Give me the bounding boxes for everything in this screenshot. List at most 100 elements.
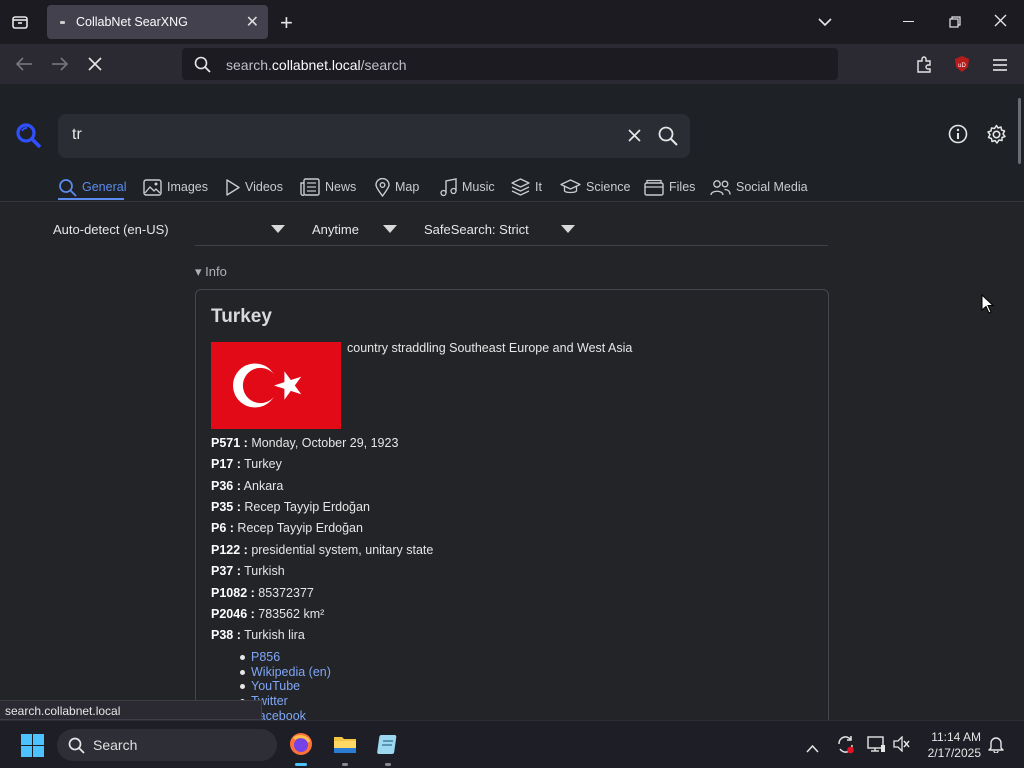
- tab-label: Files: [669, 180, 696, 194]
- property-row: P6 : Recep Tayyip Erdoğan: [211, 521, 363, 535]
- taskbar-search[interactable]: Search: [57, 729, 277, 761]
- chevron-up-icon[interactable]: [806, 740, 819, 758]
- taskbar-search-label: Search: [93, 737, 138, 753]
- people-icon: [710, 179, 731, 195]
- property-key: P1082 :: [211, 586, 255, 600]
- link-wikipedia[interactable]: Wikipedia (en): [251, 665, 331, 679]
- close-tab-icon[interactable]: ✕: [246, 12, 259, 32]
- tab-label: Music: [462, 180, 495, 194]
- volume-muted-icon[interactable]: [893, 735, 910, 757]
- searxng-header: tr General Images Videos News Map Music …: [0, 84, 1024, 202]
- back-arrow-icon[interactable]: [15, 56, 33, 77]
- tab-label: It: [535, 180, 542, 194]
- turkey-flag-image: [211, 342, 341, 429]
- notification-bell-icon[interactable]: [988, 735, 1004, 758]
- language-dropdown-caret-icon[interactable]: [271, 225, 285, 233]
- list-all-tabs-icon[interactable]: [818, 14, 832, 32]
- file-explorer-icon[interactable]: [333, 733, 357, 760]
- time-range-select[interactable]: Anytime: [312, 222, 359, 237]
- property-key: P38 :: [211, 628, 241, 642]
- filter-divider: [195, 245, 828, 246]
- clear-search-icon[interactable]: [628, 129, 641, 147]
- url-text: search.collabnet.local/search: [226, 57, 407, 73]
- tab-music[interactable]: Music: [440, 176, 495, 198]
- new-tab-button[interactable]: +: [280, 10, 293, 36]
- search-box[interactable]: tr: [58, 114, 690, 158]
- tab-videos[interactable]: Videos: [225, 176, 283, 198]
- infobox-title: Turkey: [211, 306, 272, 327]
- search-input[interactable]: tr: [72, 126, 82, 144]
- close-window-icon[interactable]: [994, 14, 1007, 32]
- notepad-icon[interactable]: [377, 732, 401, 761]
- time-range-caret-icon[interactable]: [383, 225, 397, 233]
- tab-social-media[interactable]: Social Media: [710, 176, 808, 198]
- property-row: P37 : Turkish: [211, 564, 285, 578]
- searxng-logo-icon[interactable]: [15, 122, 42, 154]
- tab-general[interactable]: General: [58, 176, 126, 198]
- app-indicator: [385, 763, 391, 766]
- app-indicator: [342, 763, 348, 766]
- link-p856[interactable]: P856: [251, 650, 280, 664]
- property-key: P2046 :: [211, 607, 255, 621]
- sync-icon[interactable]: [836, 735, 855, 759]
- tab-images[interactable]: Images: [143, 176, 208, 198]
- infobox: Turkey country straddling Southeast Euro…: [195, 289, 829, 720]
- tab-it[interactable]: It: [511, 176, 542, 198]
- property-value: presidential system, unitary state: [247, 543, 434, 557]
- property-row: P38 : Turkish lira: [211, 628, 305, 642]
- safesearch-caret-icon[interactable]: [561, 225, 575, 233]
- windows-start-icon[interactable]: [21, 734, 44, 762]
- search-submit-icon[interactable]: [658, 126, 678, 151]
- property-value: Turkish lira: [240, 628, 305, 642]
- property-key: P6 :: [211, 521, 234, 535]
- app-menu-icon[interactable]: [993, 58, 1007, 76]
- clock-date[interactable]: 2/17/2025: [928, 746, 981, 760]
- forward-arrow-icon[interactable]: [51, 56, 69, 77]
- property-row: P1082 : 85372377: [211, 586, 314, 600]
- info-icon[interactable]: [948, 124, 968, 149]
- property-key: P17 :: [211, 457, 241, 471]
- safesearch-select[interactable]: SafeSearch: Strict: [424, 222, 529, 237]
- infobox-description: country straddling Southeast Europe and …: [347, 341, 633, 355]
- tab-science[interactable]: Science: [560, 176, 630, 198]
- property-value: Monday, October 29, 1923: [247, 436, 399, 450]
- newspaper-icon: [300, 178, 320, 196]
- extensions-icon[interactable]: [915, 55, 933, 78]
- tab-map[interactable]: Map: [375, 176, 419, 198]
- tab-label: Social Media: [736, 180, 808, 194]
- svg-text:uD: uD: [958, 63, 966, 69]
- music-note-icon: [440, 177, 457, 196]
- clock-time[interactable]: 11:14 AM: [931, 730, 981, 744]
- tab-overview-icon[interactable]: [11, 13, 29, 36]
- language-select[interactable]: Auto-detect (en-US): [53, 222, 169, 237]
- network-icon[interactable]: [867, 735, 886, 758]
- property-value: Recep Tayyip Erdoğan: [240, 500, 370, 514]
- firefox-icon[interactable]: [289, 732, 313, 761]
- tab-label: General: [82, 180, 127, 194]
- map-pin-icon: [375, 177, 390, 197]
- list-bullet: [240, 670, 245, 675]
- gear-icon[interactable]: [986, 124, 1007, 150]
- info-toggle[interactable]: ▾ Info: [195, 264, 227, 280]
- list-bullet: [240, 684, 245, 689]
- tab-label: News: [325, 180, 357, 194]
- property-row: P35 : Recep Tayyip Erdoğan: [211, 500, 370, 514]
- search-icon: [194, 56, 211, 78]
- browser-tab[interactable]: CollabNet SearXNG ✕: [47, 5, 268, 39]
- tab-files[interactable]: Files: [644, 176, 695, 198]
- url-host: collabnet.local: [271, 57, 361, 73]
- minimize-window-icon[interactable]: [903, 21, 914, 22]
- browser-tab-strip: CollabNet SearXNG ✕ +: [0, 0, 1024, 44]
- property-row: P571 : Monday, October 29, 1923: [211, 436, 398, 450]
- link-youtube[interactable]: YouTube: [251, 679, 300, 693]
- ublock-origin-icon[interactable]: uD: [953, 55, 971, 78]
- page-scrollbar[interactable]: [1018, 98, 1021, 164]
- tab-label: Science: [586, 180, 631, 194]
- url-bar[interactable]: search.collabnet.local/search: [182, 48, 838, 80]
- tab-label: Videos: [245, 180, 283, 194]
- mouse-cursor-icon: [981, 293, 995, 319]
- stop-loading-icon[interactable]: [88, 57, 102, 76]
- tab-news[interactable]: News: [300, 176, 356, 198]
- property-key: P36 :: [211, 479, 241, 493]
- restore-window-icon[interactable]: [949, 15, 961, 33]
